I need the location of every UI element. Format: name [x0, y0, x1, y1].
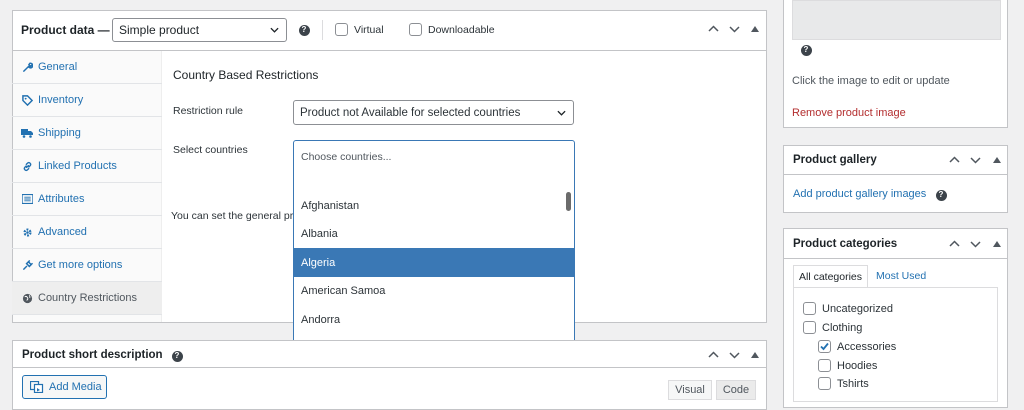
- gallery-separator: [784, 174, 1007, 175]
- tab-label: Attributes: [38, 193, 85, 205]
- dropdown-scrollbar[interactable]: [566, 192, 571, 211]
- tag-icon: [21, 94, 33, 106]
- collapse-up-icon[interactable]: [708, 25, 719, 33]
- tab-most-used[interactable]: Most Used: [876, 270, 926, 282]
- product-type-value: Simple product: [119, 23, 200, 37]
- add-media-button[interactable]: Add Media: [22, 375, 107, 399]
- category-checkbox-hoodies[interactable]: [818, 359, 831, 372]
- move-down-icon[interactable]: [729, 351, 740, 359]
- category-label: Accessories: [837, 341, 897, 353]
- visual-tab[interactable]: Visual: [668, 380, 712, 400]
- restriction-rule-value: Product not Available for selected count…: [300, 106, 521, 119]
- tab-inventory[interactable]: Inventory: [12, 84, 162, 117]
- wrench-icon: [21, 61, 33, 73]
- downloadable-label: Downloadable: [428, 24, 495, 36]
- help-icon[interactable]: ?: [799, 43, 813, 57]
- category-label: Hoodies: [837, 360, 878, 372]
- chevron-down-icon: [270, 27, 279, 33]
- product-data-title: Product data —: [21, 23, 110, 37]
- move-down-icon[interactable]: [970, 156, 981, 164]
- category-checkbox-tshirts[interactable]: [818, 377, 831, 390]
- restriction-rule-select[interactable]: Product not Available for selected count…: [293, 100, 574, 125]
- help-icon[interactable]: ?: [934, 188, 948, 202]
- link-icon: [21, 160, 33, 172]
- country-option[interactable]: American Samoa: [294, 276, 574, 305]
- tab-country-restrictions[interactable]: Country Restrictions: [12, 282, 162, 315]
- short-description-separator: [13, 367, 766, 368]
- category-checkbox-clothing[interactable]: [803, 321, 816, 334]
- product-gallery-title: Product gallery: [793, 154, 877, 166]
- country-option[interactable]: Afghanistan: [294, 191, 574, 220]
- gear-icon: [21, 226, 33, 238]
- tab-label: General: [38, 61, 78, 73]
- plugin-icon: [21, 259, 33, 271]
- move-down-icon[interactable]: [970, 240, 981, 248]
- toggle-panel-icon[interactable]: [993, 157, 1001, 163]
- category-label: Clothing: [822, 322, 863, 334]
- toggle-panel-icon[interactable]: [751, 26, 759, 32]
- add-media-label: Add Media: [49, 381, 102, 393]
- truck-icon: [21, 127, 33, 139]
- category-checkbox-uncategorized[interactable]: [803, 302, 816, 315]
- collapse-up-icon[interactable]: [949, 240, 960, 248]
- category-label: Uncategorized: [822, 303, 893, 315]
- select-countries-label: Select countries: [173, 144, 248, 156]
- product-image-thumbnail[interactable]: [792, 0, 1001, 40]
- tab-label: Advanced: [38, 226, 87, 238]
- virtual-checkbox[interactable]: [335, 23, 348, 36]
- checkmark-icon: [820, 342, 829, 351]
- code-tab-label: Code: [722, 384, 750, 396]
- tab-all-categories-label: All categories: [798, 270, 863, 283]
- media-icon: [30, 381, 44, 393]
- product-categories-title: Product categories: [793, 238, 898, 250]
- tab-all-categories[interactable]: All categories: [793, 265, 868, 288]
- restriction-rule-label: Restriction rule: [173, 105, 244, 117]
- help-icon[interactable]: ?: [297, 23, 311, 37]
- help-text: You can set the general pro: [171, 210, 300, 222]
- tab-attributes[interactable]: Attributes: [12, 183, 162, 216]
- countries-search-input[interactable]: Choose countries...: [301, 151, 391, 163]
- virtual-label: Virtual: [354, 24, 384, 36]
- category-label: Tshirts: [837, 378, 869, 390]
- short-description-title: Product short description: [22, 349, 163, 361]
- chevron-down-icon: [557, 110, 566, 116]
- downloadable-checkbox[interactable]: [409, 23, 422, 36]
- country-option[interactable]: Andorra: [294, 305, 574, 334]
- remove-product-image-link[interactable]: Remove product image: [792, 107, 906, 119]
- tab-general[interactable]: General: [12, 51, 162, 84]
- toggle-panel-icon[interactable]: [993, 241, 1001, 247]
- globe-icon: [21, 292, 33, 304]
- tab-label: Country Restrictions: [38, 292, 138, 304]
- tab-label: Get more options: [38, 259, 123, 271]
- image-edit-hint: Click the image to edit or update: [792, 75, 950, 87]
- visual-tab-label: Visual: [675, 384, 705, 396]
- add-gallery-images-link[interactable]: Add product gallery images: [793, 188, 926, 200]
- list-icon: [21, 193, 33, 205]
- tab-shipping[interactable]: Shipping: [12, 117, 162, 150]
- move-down-icon[interactable]: [729, 25, 740, 33]
- help-icon[interactable]: ?: [170, 349, 184, 363]
- tab-linked-products[interactable]: Linked Products: [12, 150, 162, 183]
- category-checkbox-accessories[interactable]: [818, 340, 831, 353]
- panel-heading: Country Based Restrictions: [173, 68, 319, 82]
- collapse-up-icon[interactable]: [949, 156, 960, 164]
- tab-label: Linked Products: [38, 160, 117, 172]
- header-divider: [322, 20, 323, 40]
- tab-get-more-options[interactable]: Get more options: [12, 249, 162, 282]
- product-type-select[interactable]: Simple product: [112, 18, 287, 42]
- code-tab[interactable]: Code: [716, 380, 756, 400]
- tab-advanced[interactable]: Advanced: [12, 216, 162, 249]
- collapse-up-icon[interactable]: [708, 351, 719, 359]
- country-option-highlighted[interactable]: Algeria: [294, 248, 574, 277]
- country-option[interactable]: Albania: [294, 219, 574, 248]
- tab-label: Shipping: [38, 127, 81, 139]
- categories-separator: [784, 258, 1007, 259]
- tab-label: Inventory: [38, 94, 84, 106]
- toggle-panel-icon[interactable]: [751, 352, 759, 358]
